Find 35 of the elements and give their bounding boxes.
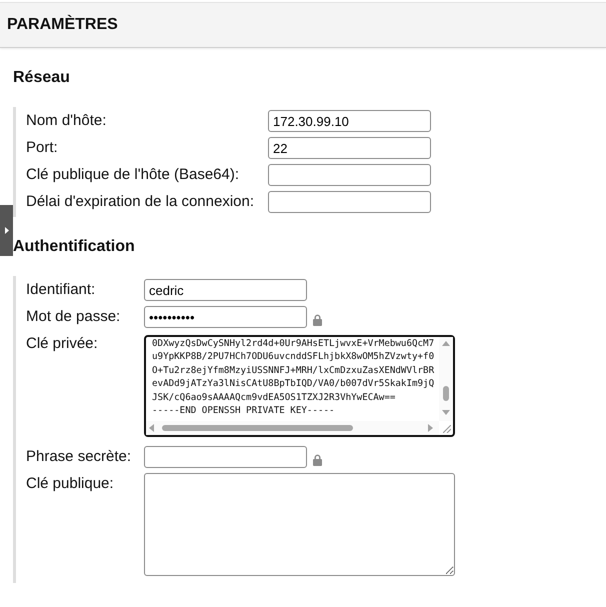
text-field[interactable]: 22: [268, 137, 431, 159]
section-heading: Authentification: [12, 237, 135, 257]
text-area-field[interactable]: [144, 473, 455, 576]
sidebar-toggle-button[interactable]: [0, 205, 13, 256]
vertical-scrollbar[interactable]: [439, 337, 453, 421]
page-title: PARAMÈTRES: [7, 16, 118, 34]
horizontal-scrollbar[interactable]: [146, 421, 439, 435]
field-label: Clé publique:: [26, 474, 114, 494]
field-label: Nom d'hôte:: [26, 111, 106, 131]
text-field[interactable]: 172.30.99.10: [268, 110, 431, 132]
password-field[interactable]: ••••••••••: [144, 306, 307, 328]
field-label: Délai d'expiration de la connexion:: [26, 192, 254, 212]
section-heading: Réseau: [12, 68, 70, 88]
field-label: Clé publique de l'hôte (Base64):: [26, 165, 240, 185]
private-key-text: 0DXwyzQsDwCySNHyl2rd4d+0Ur9AHsETLjwvxE+VrMebwu6QcM7 u9YpKKP8B/2PU7HCh7ODU6uvcnddSFLhjbkX8wOM5hZVzwty+f0 O+Tu2rz8ejYfm8MzyiUSSNNFJ+MRH/lxCmDzxuZasXENdWVlrBR evADd9jATzYa3lNisCAtU8BpTbIQD/VA0/b007dVr5SkakIm9jQ JSK/cQ6ao9sAAAAQcm9vdEA5OS1TZXJ2R3VhYwECAw== -----END OPENSSH PRIVATE KEY-----: [151, 337, 436, 418]
key-text-area[interactable]: [144, 335, 455, 437]
field-label: Port:: [26, 138, 58, 158]
down-arrow-icon[interactable]: [442, 410, 450, 415]
text-field[interactable]: cedric: [144, 279, 307, 301]
scrollbar-thumb[interactable]: [162, 425, 353, 431]
up-arrow-icon[interactable]: [442, 341, 450, 346]
lock-icon: [313, 314, 322, 326]
lock-icon: [313, 454, 322, 466]
left-arrow-icon[interactable]: [149, 424, 154, 432]
password-field[interactable]: [144, 446, 307, 468]
caret-right-icon: [4, 227, 8, 234]
field-label: Mot de passe:: [26, 307, 120, 327]
field-label: Clé privée:: [26, 334, 98, 354]
field-label: Identifiant:: [26, 280, 96, 300]
text-field[interactable]: [268, 191, 431, 213]
resize-grip-icon[interactable]: [443, 425, 451, 433]
scrollbar-thumb[interactable]: [443, 386, 449, 401]
field-label: Phrase secrète:: [26, 447, 132, 467]
text-field[interactable]: [268, 164, 431, 186]
right-arrow-icon[interactable]: [428, 424, 433, 432]
